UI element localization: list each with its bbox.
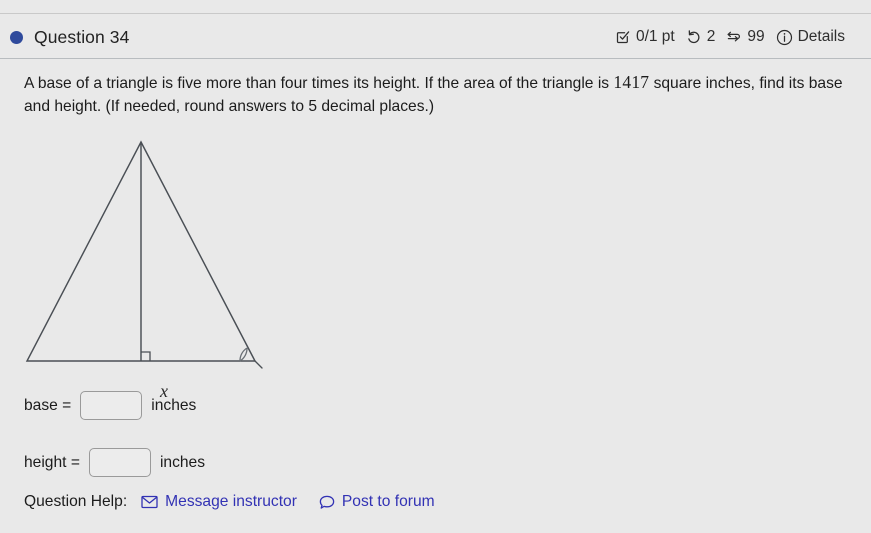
triangle-diagram-svg [25,140,263,369]
checkbox-check-icon [615,29,631,45]
top-divider [0,13,871,14]
answer-row-base: base = inches [24,391,196,420]
question-help: Question Help: Message instructor Post t… [24,493,457,511]
attempts-value: 2 [706,28,716,45]
details-group[interactable]: Details [776,28,845,46]
area-value: 1417 [613,72,650,92]
answer-row-height: height = inches [24,448,205,477]
question-header: Question 34 0/1 pt 2 99 Details [0,20,871,54]
header-divider [0,58,871,59]
envelope-icon[interactable] [141,495,158,509]
attempts-group: 2 [686,28,716,46]
height-input[interactable] [88,448,151,477]
statement-part-1: A base of a triangle is five more than f… [24,75,614,92]
page-title: Question 34 [34,26,130,47]
undo-arrow-icon [686,29,702,45]
base-unit: inches [151,396,197,414]
post-to-forum-link[interactable]: Post to forum [319,493,435,511]
question-header-left: Question 34 [0,27,129,48]
height-label: height = [24,453,80,471]
post-to-forum-label[interactable]: Post to forum [342,493,435,511]
score-group: 0/1 pt [615,28,675,46]
base-label: base = [24,396,72,414]
question-status-dot [10,30,23,44]
question-statement: A base of a triangle is five more than f… [24,71,852,118]
question-help-label: Question Help: [24,493,128,510]
speech-bubble-icon[interactable] [319,495,335,510]
base-input[interactable] [80,391,143,420]
info-circle-icon[interactable] [776,29,793,46]
swap-arrows-icon [726,29,742,45]
score-value: 0/1 pt [635,28,675,45]
version-group: 99 [726,28,765,46]
version-value: 99 [747,28,765,45]
message-instructor-label[interactable]: Message instructor [165,493,297,511]
details-label[interactable]: Details [798,28,845,46]
height-unit: inches [159,453,206,471]
message-instructor-link[interactable]: Message instructor [141,493,297,511]
question-header-meta: 0/1 pt 2 99 Details [615,28,871,46]
triangle-figure: x [0,128,290,401]
